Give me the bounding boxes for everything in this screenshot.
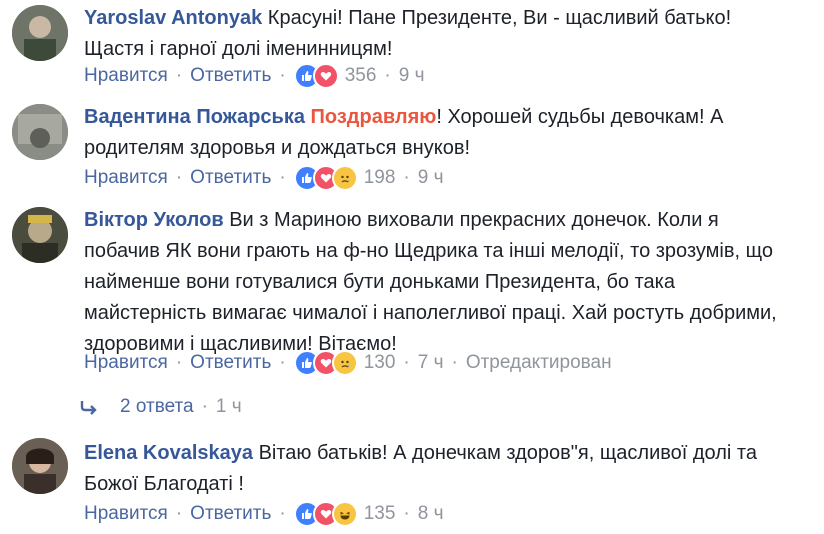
separator-dot: · <box>403 503 410 524</box>
comment-time[interactable]: 7 ч <box>418 352 444 374</box>
avatar[interactable] <box>12 104 68 160</box>
reactions[interactable] <box>293 165 358 191</box>
sad-icon <box>331 350 358 376</box>
comment-text: Щастя і гарної долі іменинницям! <box>84 38 393 60</box>
comment-actions: Нравится · Ответить · 356 · 9 ч <box>84 62 425 90</box>
comment-text: Божої Благодаті ! <box>84 473 244 495</box>
haha-icon <box>331 501 358 527</box>
view-replies[interactable]: 2 ответа · 1 ч <box>78 393 242 421</box>
comment-text: Красуні! Пане Президенте, Ви - щасливий … <box>267 7 732 29</box>
separator-dot: · <box>175 167 183 188</box>
comment-text: найменше вони готувалися бути доньками П… <box>84 271 675 293</box>
like-button[interactable]: Нравится <box>84 167 168 189</box>
reaction-count[interactable]: 198 <box>364 167 396 189</box>
separator-dot: · <box>175 352 183 373</box>
comment-body: Віктор Уколов Ви з Мариною виховали прек… <box>84 205 816 360</box>
reply-arrow-icon <box>80 401 97 415</box>
comment-actions: Нравится · Ответить · 130 · 7 ч · Отреда… <box>84 349 612 377</box>
comment-body: Вадентина Пожарська Поздравляю! Хорошей … <box>84 102 816 164</box>
comment-body: Elena Kovalskaya Вітаю батьків! А донечк… <box>84 438 816 500</box>
separator-dot: · <box>279 167 286 188</box>
separator-dot: · <box>175 65 183 86</box>
edited-label[interactable]: Отредактирован <box>466 352 612 374</box>
reaction-count[interactable]: 135 <box>364 503 396 525</box>
comment-text: ! Хорошей судьбы девочкам! А <box>436 106 724 128</box>
avatar[interactable] <box>12 5 68 61</box>
reactions[interactable] <box>293 350 358 376</box>
avatar[interactable] <box>12 438 68 494</box>
separator-dot: · <box>403 352 410 373</box>
like-button[interactable]: Нравится <box>84 65 168 87</box>
comment-text: Вітаю батьків! А донечкам здоров"я, щасл… <box>258 442 757 464</box>
like-button[interactable]: Нравится <box>84 503 168 525</box>
comment-body: Yaroslav Antonyak Красуні! Пане Президен… <box>84 3 816 65</box>
highlight-link[interactable]: Поздравляю <box>311 106 437 128</box>
comment-time[interactable]: 8 ч <box>418 503 444 525</box>
like-button[interactable]: Нравится <box>84 352 168 374</box>
comment-time[interactable]: 9 ч <box>418 167 444 189</box>
reaction-count[interactable]: 356 <box>345 65 377 87</box>
separator-dot: · <box>451 352 458 373</box>
comment-author[interactable]: Elena Kovalskaya <box>84 442 253 464</box>
comment-actions: Нравится · Ответить · 135 · 8 ч <box>84 500 444 528</box>
separator-dot: · <box>279 65 286 86</box>
comment-author[interactable]: Yaroslav Antonyak <box>84 7 262 29</box>
reply-button[interactable]: Ответить <box>190 503 271 525</box>
comment-author[interactable]: Вадентина Пожарська <box>84 106 305 128</box>
separator-dot: · <box>384 65 391 86</box>
reply-button[interactable]: Ответить <box>190 65 271 87</box>
comment-text: Ви з Мариною виховали прекрасних донечок… <box>229 209 719 231</box>
separator-dot: · <box>279 352 286 373</box>
separator-dot: · <box>403 167 410 188</box>
comment-time[interactable]: 9 ч <box>399 65 425 87</box>
reaction-count[interactable]: 130 <box>364 352 396 374</box>
replies-time: 1 ч <box>215 396 242 417</box>
separator-dot: · <box>201 396 208 417</box>
comment-author[interactable]: Віктор Уколов <box>84 209 224 231</box>
comment-actions: Нравится · Ответить · 198 · 9 ч <box>84 164 444 192</box>
comment-text: майстерність вимагає чималої і наполегли… <box>84 302 777 324</box>
comment-text: побачив ЯК вони грають на ф-но Щедрика т… <box>84 240 773 262</box>
reply-button[interactable]: Ответить <box>190 352 271 374</box>
separator-dot: · <box>175 503 183 524</box>
reactions[interactable] <box>293 63 339 89</box>
separator-dot: · <box>279 503 286 524</box>
comment-text: родителям здоровья и дождаться внуков! <box>84 137 470 159</box>
reactions[interactable] <box>293 501 358 527</box>
reply-button[interactable]: Ответить <box>190 167 271 189</box>
love-icon <box>312 63 339 89</box>
sad-icon <box>331 165 358 191</box>
avatar[interactable] <box>12 207 68 263</box>
replies-count[interactable]: 2 ответа <box>120 396 194 418</box>
